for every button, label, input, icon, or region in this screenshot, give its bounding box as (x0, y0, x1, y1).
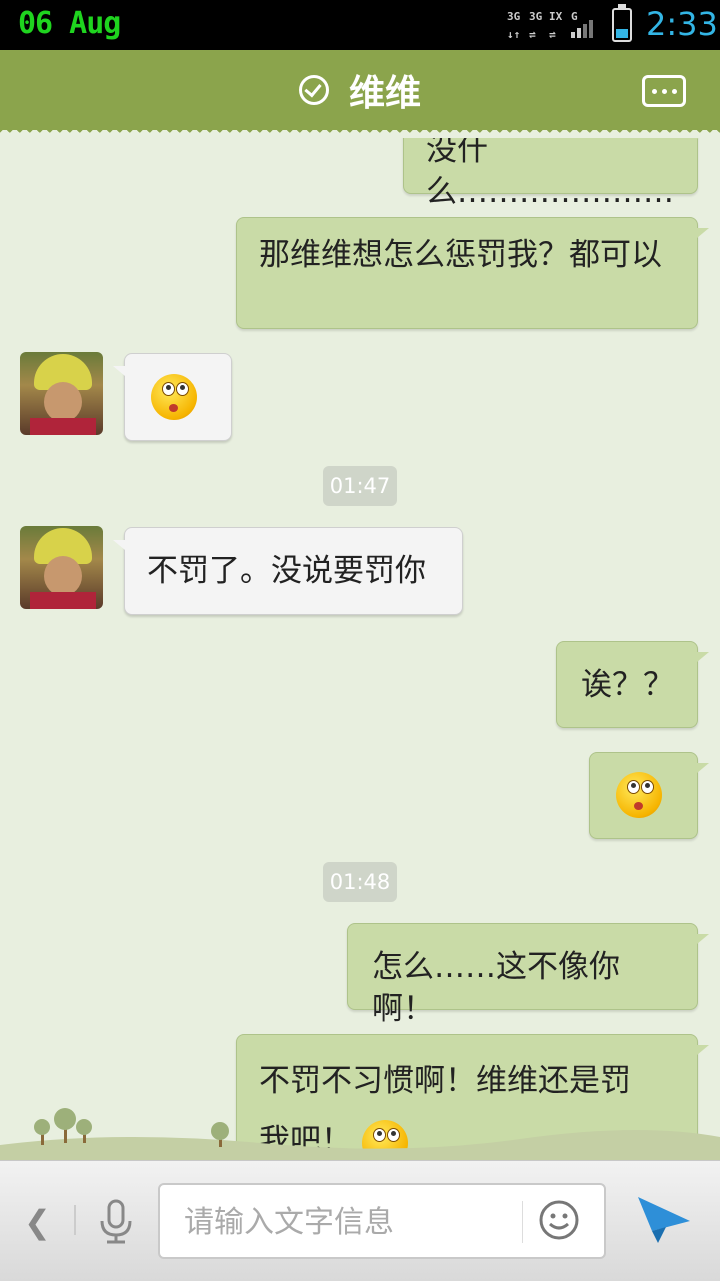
svg-text:⇌: ⇌ (549, 28, 556, 41)
message-input-container[interactable] (158, 1183, 606, 1259)
network-label-4: G (571, 10, 578, 23)
battery-icon (612, 4, 632, 42)
status-time: 2:33 (646, 5, 718, 43)
message-text: 怎么……这不像你啊！ (372, 949, 620, 1027)
input-divider (522, 1201, 523, 1243)
message-text: 没什么………………… (426, 138, 674, 210)
svg-text:⇌: ⇌ (529, 28, 536, 41)
network-label-2: 3G (529, 10, 543, 23)
message-text: 不罚不习惯啊！维维还是罚 (259, 1063, 631, 1099)
input-bar: ❮ (0, 1160, 720, 1281)
microphone-icon[interactable] (98, 1199, 134, 1245)
check-circle-icon (298, 75, 329, 105)
chevron-left-icon[interactable]: ❮ (24, 1203, 51, 1241)
smiley-icon[interactable] (538, 1199, 580, 1241)
header-title-group: 维维 (0, 50, 720, 130)
svg-text:↓↑: ↓↑ (507, 28, 520, 41)
message-bubble[interactable] (113, 353, 232, 441)
status-date: 06 Aug (18, 6, 121, 41)
surprised-emoji (616, 772, 662, 818)
message-bubble[interactable]: 怎么……这不像你啊！ (347, 923, 709, 1027)
message-bubble[interactable]: 没什么………………… (403, 138, 709, 210)
message-input[interactable] (182, 1199, 506, 1245)
message-bubble[interactable]: 诶？？ (556, 641, 709, 728)
message-text: 那维维想怎么惩罚我？都可以 (259, 237, 662, 273)
contact-avatar[interactable] (20, 526, 103, 609)
status-bar: 06 Aug 3G 3G IX G ↓↑ ⇌ ⇌ 2:33 (0, 0, 720, 50)
rolling-eyes-emoji (151, 374, 197, 420)
message-bubble[interactable]: 那维维想怎么惩罚我？都可以 (236, 217, 709, 329)
message-bubble[interactable] (589, 752, 709, 839)
contact-avatar[interactable] (20, 352, 103, 435)
message-timestamp: 01:48 (323, 862, 397, 902)
send-icon[interactable] (636, 1193, 692, 1245)
message-list[interactable]: 没什么………………… 那维维想怎么惩罚我？都可以 01:47 不罚了。没说要罚你… (0, 138, 720, 1160)
toolbar-divider (74, 1205, 76, 1235)
contact-name[interactable]: 维维 (349, 64, 421, 116)
message-timestamp: 01:47 (323, 466, 397, 506)
message-text: 诶？？ (581, 667, 674, 703)
network-label-3: IX (549, 10, 563, 23)
message-text: 不罚了。没说要罚你 (147, 553, 426, 589)
landscape-decoration (0, 1108, 720, 1160)
network-label-1: 3G (507, 10, 521, 23)
message-bubble[interactable]: 不罚了。没说要罚你 (113, 527, 463, 615)
signal-icons: 3G 3G IX G ↓↑ ⇌ ⇌ (507, 10, 593, 41)
chat-more-icon[interactable] (642, 75, 686, 107)
